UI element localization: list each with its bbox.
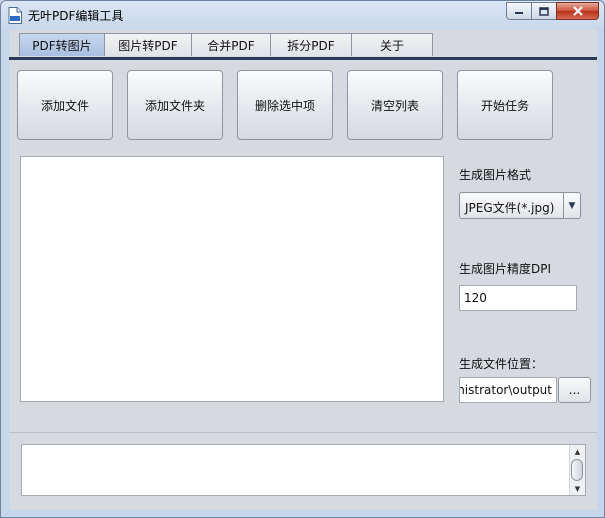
title-bar[interactable]: 无叶PDF编辑工具 <box>1 1 604 29</box>
format-select[interactable]: JPEG文件(*.jpg) ▼ <box>459 192 581 219</box>
close-button[interactable] <box>556 2 599 20</box>
maximize-button[interactable] <box>531 2 557 20</box>
tab-split-pdf[interactable]: 拆分PDF <box>270 33 352 56</box>
scroll-down-icon[interactable]: ▼ <box>570 482 585 495</box>
minimize-icon <box>515 12 523 14</box>
main-panel: PDF转图片 图片转PDF 合并PDF 拆分PDF 关于 添加文件 添加文件夹 … <box>9 30 597 510</box>
format-label: 生成图片格式 <box>459 168 532 182</box>
output-path-input[interactable]: \inistrator\output <box>459 377 557 403</box>
app-window: 无叶PDF编辑工具 PDF转图片 图片转PDF 合并PDF 拆分PDF 关于 添… <box>0 0 605 518</box>
log-scrollbar[interactable]: ▲ ▼ <box>569 445 585 495</box>
window-title: 无叶PDF编辑工具 <box>28 9 124 23</box>
tab-about[interactable]: 关于 <box>351 33 433 56</box>
clear-list-button[interactable]: 清空列表 <box>347 70 443 140</box>
maximize-icon <box>539 6 549 16</box>
tab-bar: PDF转图片 图片转PDF 合并PDF 拆分PDF 关于 <box>19 33 433 57</box>
format-select-value: JPEG文件(*.jpg) <box>465 201 555 215</box>
chevron-down-icon[interactable]: ▼ <box>563 193 580 218</box>
output-location-label: 生成文件位置： <box>459 357 544 371</box>
scroll-up-icon[interactable]: ▲ <box>570 445 585 458</box>
browse-button[interactable]: ... <box>558 377 591 403</box>
log-area[interactable]: ▲ ▼ <box>21 444 586 496</box>
add-file-button[interactable]: 添加文件 <box>17 70 113 140</box>
pdf-file-icon <box>8 7 22 24</box>
tab-image-to-pdf[interactable]: 图片转PDF <box>104 33 192 56</box>
window-controls <box>506 2 599 20</box>
add-folder-button[interactable]: 添加文件夹 <box>127 70 223 140</box>
tab-divider <box>9 57 597 60</box>
log-separator <box>9 432 597 433</box>
file-list[interactable] <box>20 156 444 402</box>
dpi-input[interactable]: 120 <box>459 285 577 311</box>
tab-merge-pdf[interactable]: 合并PDF <box>191 33 271 56</box>
start-task-button[interactable]: 开始任务 <box>457 70 553 140</box>
tab-pdf-to-image[interactable]: PDF转图片 <box>19 33 105 56</box>
delete-selected-button[interactable]: 删除选中项 <box>237 70 333 140</box>
minimize-button[interactable] <box>506 2 532 20</box>
output-path-value: \inistrator\output <box>459 383 552 397</box>
dpi-label: 生成图片精度DPI <box>459 262 552 276</box>
scroll-thumb[interactable] <box>571 459 583 481</box>
close-icon <box>572 6 583 16</box>
